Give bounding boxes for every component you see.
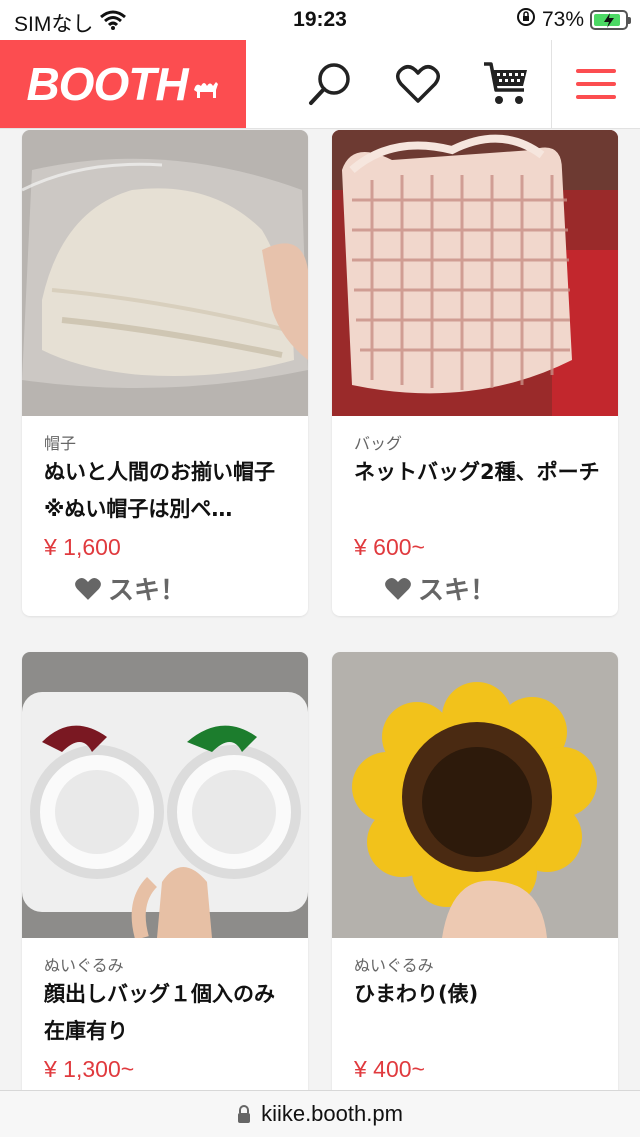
product-card[interactable]: 帽子 ぬいと人間のお揃い帽子 ※ぬい帽子は別ペ… ¥ 1,600 スキ！ [22, 130, 308, 616]
product-title[interactable]: ぬいと人間のお揃い帽子 ※ぬい帽子は別ペ… [44, 454, 294, 528]
product-price: ¥ 1,600 [44, 534, 121, 560]
product-category[interactable]: ぬいぐるみ [44, 952, 124, 976]
battery-percent: 73% [541, 8, 584, 31]
logo-text: BOOTH [26, 58, 188, 110]
like-button[interactable]: スキ！ [384, 570, 496, 607]
browser-url-bar[interactable]: kiike.booth.pm [0, 1090, 640, 1137]
product-category[interactable]: ぬいぐるみ [354, 952, 434, 976]
product-category[interactable]: 帽子 [44, 430, 76, 454]
url-text[interactable]: kiike.booth.pm [261, 1101, 403, 1127]
product-image-face-bag[interactable] [22, 652, 308, 938]
cart-icon[interactable] [480, 58, 532, 110]
status-bar: SIMなし 19:23 73% [0, 0, 640, 40]
heart-filled-icon [75, 577, 101, 600]
product-image-hat[interactable] [22, 130, 308, 416]
product-category[interactable]: バッグ [354, 430, 402, 454]
product-title[interactable]: ネットバッグ2種、ポーチ [354, 454, 604, 491]
product-title[interactable]: 顔出しバッグ１個入のみ在庫有り [44, 976, 294, 1050]
booth-logo[interactable]: BOOTH [0, 40, 246, 128]
site-header: BOOTH [0, 40, 640, 129]
product-price: ¥ 600~ [354, 534, 425, 560]
hamburger-menu-icon[interactable] [570, 58, 622, 110]
battery-icon [590, 10, 631, 30]
header-divider [551, 40, 552, 128]
like-label: スキ！ [108, 576, 187, 606]
product-card[interactable]: バッグ ネットバッグ2種、ポーチ ¥ 600~ スキ！ [332, 130, 618, 616]
lock-icon [238, 1105, 251, 1123]
product-card[interactable]: ぬいぐるみ 顔出しバッグ１個入のみ在庫有り ¥ 1,300~ [22, 652, 308, 1102]
camel-icon [193, 82, 218, 98]
product-image-sunflower[interactable] [332, 652, 618, 938]
like-button[interactable]: スキ！ [74, 570, 186, 607]
search-icon[interactable] [304, 58, 356, 110]
like-label: スキ！ [418, 576, 497, 606]
product-image-net-bag[interactable] [332, 130, 618, 416]
heart-filled-icon [385, 577, 411, 600]
status-right: 73% [516, 7, 631, 33]
product-price: ¥ 400~ [354, 1056, 425, 1082]
heart-icon[interactable] [392, 58, 444, 110]
product-title[interactable]: ひまわり(俵) [354, 976, 604, 1013]
product-card[interactable]: ぬいぐるみ ひまわり(俵) ¥ 400~ [332, 652, 618, 1102]
product-price: ¥ 1,300~ [44, 1056, 135, 1082]
rotation-lock-icon [516, 7, 536, 33]
